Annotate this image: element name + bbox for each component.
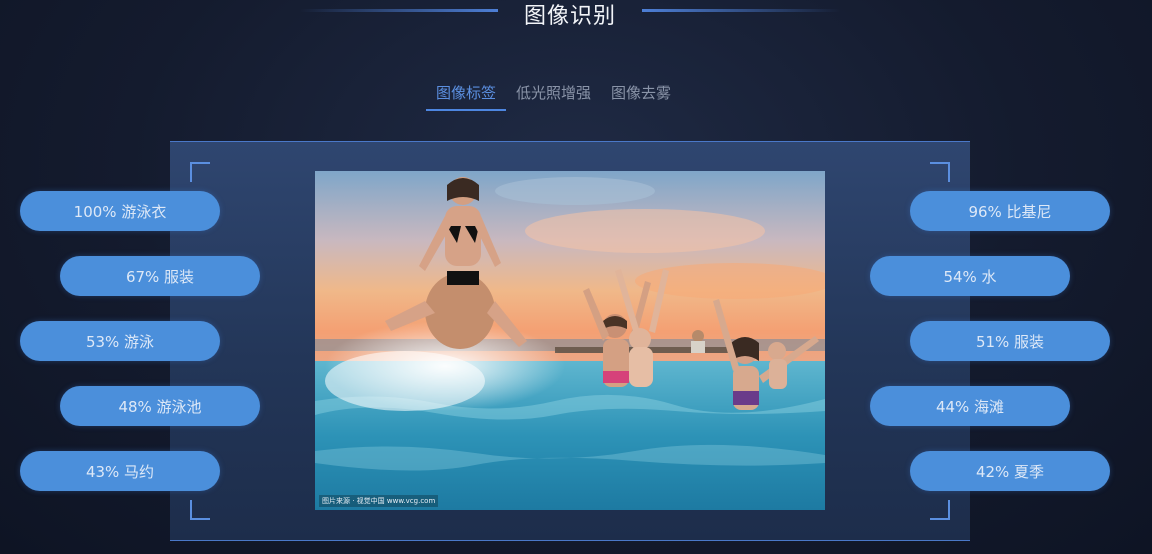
tab-image-dehaze[interactable]: 图像去雾 — [601, 82, 681, 111]
label-tag: 48% 游泳池 — [60, 386, 260, 426]
title-decoration-left — [300, 9, 498, 12]
label-tag: 51% 服装 — [910, 321, 1110, 361]
label-tag: 43% 马约 — [20, 451, 220, 491]
label-tag: 54% 水 — [870, 256, 1070, 296]
section-header: 图像识别 — [0, 0, 1152, 30]
analyzed-photo: 图片来源 · 视觉中国 www.vcg.com — [315, 171, 825, 510]
corner-bracket-bottom-right — [930, 500, 950, 520]
label-tag: 67% 服装 — [60, 256, 260, 296]
tab-image-tags[interactable]: 图像标签 — [426, 82, 507, 111]
pool-party-image — [315, 171, 825, 510]
corner-bracket-top-left — [190, 162, 210, 182]
label-tag: 53% 游泳 — [20, 321, 220, 361]
label-tag: 100% 游泳衣 — [20, 191, 220, 231]
photo-credit: 图片来源 · 视觉中国 www.vcg.com — [319, 495, 439, 507]
corner-bracket-top-right — [930, 162, 950, 182]
label-tag: 44% 海滩 — [870, 386, 1070, 426]
corner-bracket-bottom-left — [190, 500, 210, 520]
tab-bar: 图像标签 低光照增强 图像去雾 — [426, 82, 681, 111]
title-decoration-right — [642, 9, 840, 12]
section-title: 图像识别 — [523, 4, 616, 29]
label-tag: 96% 比基尼 — [910, 191, 1110, 231]
tab-low-light-enhance[interactable]: 低光照增强 — [506, 82, 601, 111]
label-tag: 42% 夏季 — [910, 451, 1110, 491]
